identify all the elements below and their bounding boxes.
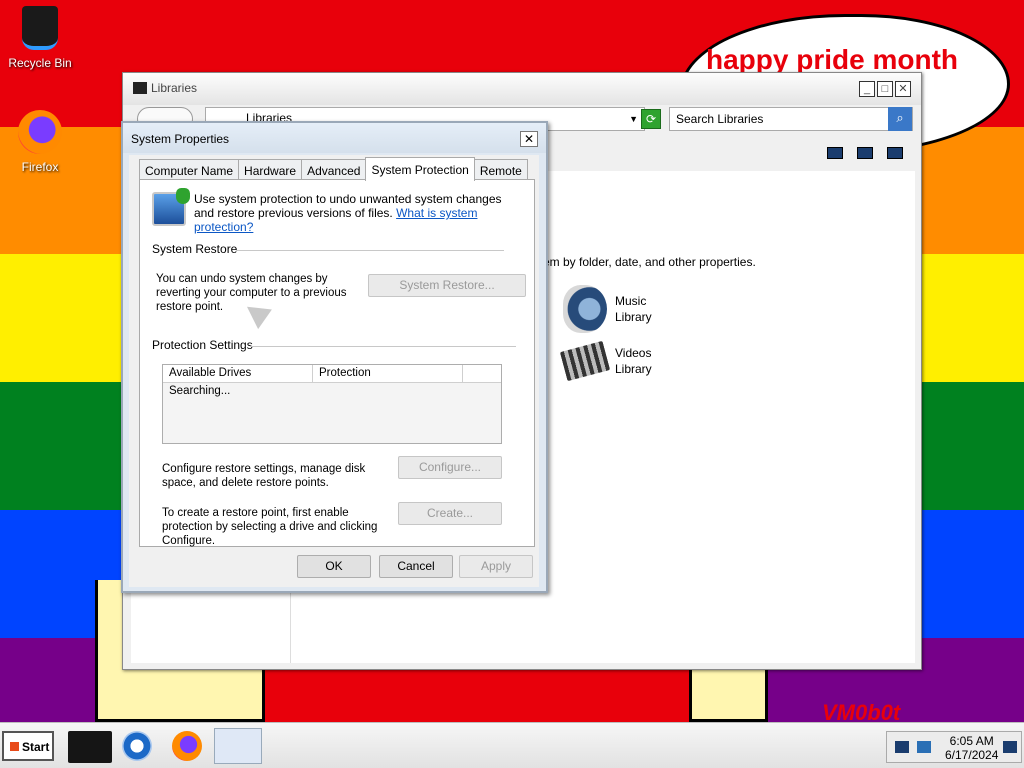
- ok-button[interactable]: OK: [297, 555, 371, 578]
- search-icon[interactable]: ⌕: [888, 107, 912, 131]
- system-protection-panel: Use system protection to undo unwanted s…: [139, 179, 535, 547]
- system-properties-dialog: System Properties ✕ Computer Name Hardwa…: [121, 121, 548, 593]
- desktop-icon-recycle-bin[interactable]: Recycle Bin: [0, 6, 80, 70]
- preview-pane-icon[interactable]: [857, 147, 873, 159]
- drives-list-header: Available Drives Protection: [163, 365, 501, 383]
- firefox-icon: [18, 110, 62, 154]
- taskbar-media-player-icon[interactable]: [122, 731, 152, 761]
- configure-text: Configure restore settings, manage disk …: [162, 463, 366, 489]
- tab-advanced[interactable]: Advanced: [301, 159, 367, 181]
- column-available-drives[interactable]: Available Drives: [163, 365, 313, 382]
- drawing-shirt: [262, 668, 692, 722]
- configure-button[interactable]: Configure...: [398, 456, 502, 479]
- drives-status-row: Searching...: [169, 385, 231, 397]
- available-drives-list[interactable]: Available Drives Protection Searching...: [162, 364, 502, 444]
- taskbar: Start 6:05 AM 6/17/2024: [0, 722, 1024, 768]
- library-item-type: Library: [615, 362, 652, 376]
- taskbar-firefox-icon[interactable]: [172, 731, 202, 761]
- start-label: Start: [22, 740, 50, 754]
- dialog-body: Computer Name Hardware Advanced System P…: [129, 155, 539, 587]
- taskbar-explorer-icon[interactable]: [68, 731, 112, 763]
- minimize-button[interactable]: _: [859, 81, 875, 97]
- start-icon: [10, 742, 19, 751]
- library-item-videos[interactable]: Videos Library: [559, 340, 652, 382]
- dialog-titlebar[interactable]: System Properties ✕: [123, 123, 546, 153]
- help-icon[interactable]: [887, 147, 903, 159]
- libraries-description: em by folder, date, and other properties…: [543, 255, 756, 269]
- divider: [236, 250, 504, 251]
- create-button[interactable]: Create...: [398, 502, 502, 525]
- system-restore-button[interactable]: System Restore...: [368, 274, 526, 297]
- maximize-button[interactable]: □: [877, 81, 893, 97]
- view-options-icon[interactable]: [827, 147, 843, 159]
- tab-strip: Computer Name Hardware Advanced System P…: [139, 157, 528, 181]
- search-input[interactable]: Search Libraries ⌕: [669, 107, 913, 131]
- tab-system-protection[interactable]: System Protection: [365, 157, 475, 181]
- tab-computer-name[interactable]: Computer Name: [139, 159, 240, 181]
- clock[interactable]: 6:05 AM 6/17/2024: [945, 734, 998, 762]
- dialog-title: System Properties: [131, 132, 230, 146]
- system-protection-icon: [152, 188, 190, 226]
- protection-settings-header: Protection Settings: [152, 338, 253, 352]
- taskbar-system-properties-button[interactable]: [214, 728, 262, 764]
- create-text: To create a restore point, first enable …: [162, 507, 378, 547]
- system-restore-header: System Restore: [152, 242, 238, 256]
- desktop-icon-label: Firefox: [21, 160, 59, 174]
- dialog-close-button[interactable]: ✕: [520, 131, 538, 147]
- library-item-name: Music: [615, 294, 647, 308]
- libraries-title: Libraries: [151, 81, 198, 95]
- address-dropdown-icon[interactable]: ▼: [629, 114, 638, 124]
- network-icon[interactable]: [895, 741, 909, 753]
- cancel-button[interactable]: Cancel: [379, 555, 453, 578]
- videos-library-icon: [559, 340, 611, 382]
- search-placeholder: Search Libraries: [676, 112, 764, 126]
- library-item-music[interactable]: Music Library: [563, 285, 652, 333]
- refresh-icon[interactable]: ⟳: [641, 109, 661, 129]
- desktop-icon-label: Recycle Bin: [8, 56, 72, 70]
- clock-date: 6/17/2024: [945, 748, 999, 762]
- column-protection[interactable]: Protection: [313, 365, 463, 382]
- view-toolbar: [827, 147, 903, 159]
- close-button[interactable]: ✕: [895, 81, 911, 97]
- system-tray: 6:05 AM 6/17/2024: [886, 731, 1022, 763]
- libraries-titlebar[interactable]: Libraries _ □ ✕: [123, 73, 921, 105]
- libraries-window-icon: [133, 82, 147, 94]
- divider: [250, 346, 516, 347]
- action-center-icon[interactable]: [1003, 741, 1017, 753]
- music-library-icon: [563, 285, 607, 333]
- tab-remote[interactable]: Remote: [473, 159, 528, 181]
- desktop-icon-firefox[interactable]: Firefox: [0, 110, 80, 174]
- library-item-name: Videos: [615, 346, 652, 360]
- library-item-type: Library: [615, 310, 652, 324]
- wallpaper-signature: VM0b0t: [822, 700, 901, 722]
- volume-icon[interactable]: [917, 741, 931, 753]
- apply-button[interactable]: Apply: [459, 555, 533, 578]
- intro-text: Use system protection to undo unwanted s…: [194, 192, 514, 234]
- start-button[interactable]: Start: [2, 731, 54, 761]
- recycle-bin-icon: [22, 6, 58, 50]
- tab-hardware[interactable]: Hardware: [238, 159, 303, 181]
- clock-time: 6:05 AM: [949, 734, 994, 748]
